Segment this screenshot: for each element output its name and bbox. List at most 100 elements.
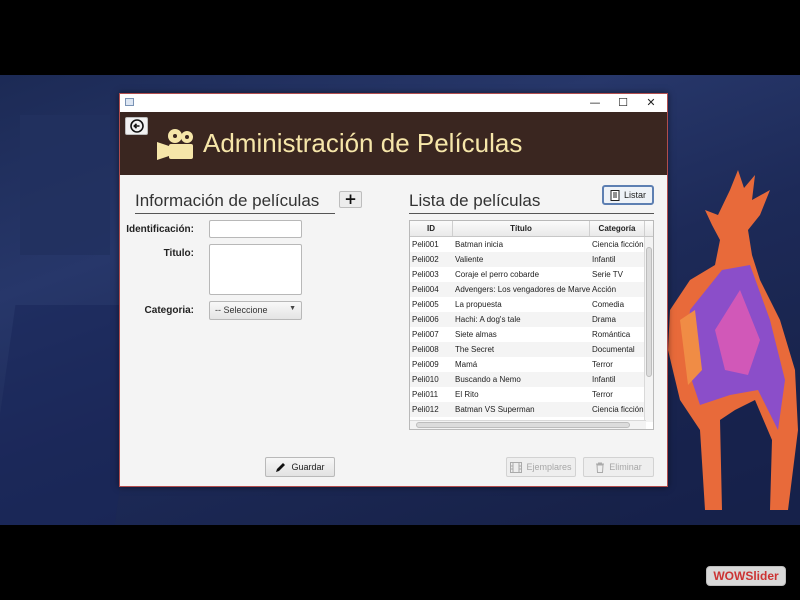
cell-id: Peli004: [412, 285, 439, 294]
app-window-icon: [125, 98, 134, 106]
table-row[interactable]: Peli011 El Rito Terror: [410, 387, 653, 402]
cell-categoria: Terror: [592, 360, 613, 369]
cell-titulo: La propuesta: [455, 300, 502, 309]
maximize-icon: ☐: [618, 96, 628, 109]
cell-id: Peli002: [412, 255, 439, 264]
cell-id: Peli010: [412, 375, 439, 384]
table-row[interactable]: Peli008 The Secret Documental: [410, 342, 653, 357]
cell-categoria: Documental: [592, 345, 635, 354]
cell-categoria: Terror: [592, 390, 613, 399]
vertical-scroll-thumb[interactable]: [646, 247, 652, 377]
table-row[interactable]: Peli007 Siete almas Romántica: [410, 327, 653, 342]
cell-titulo: Hachi: A dog's tale: [455, 315, 521, 324]
cell-categoria: Drama: [592, 315, 617, 324]
ejemplares-button[interactable]: Ejemplares: [506, 457, 576, 477]
cell-titulo: The Secret: [455, 345, 495, 354]
table-row[interactable]: Peli002 Valiente Infantil: [410, 252, 653, 267]
window-titlebar[interactable]: — ☐ ✕: [120, 94, 667, 112]
form-section-title: Información de películas: [135, 191, 335, 214]
wowslider-logo-text: WOWSlider: [713, 569, 779, 583]
table-row[interactable]: Peli010 Buscando a Nemo Infantil: [410, 372, 653, 387]
cell-titulo: Valiente: [455, 255, 484, 264]
cell-id: Peli005: [412, 300, 439, 309]
chevron-down-icon: ▼: [289, 305, 296, 312]
titulo-label: Titulo:: [163, 248, 194, 259]
eliminar-button[interactable]: Eliminar: [583, 457, 654, 477]
minimize-icon: —: [589, 96, 601, 109]
cell-titulo: El Rito: [455, 390, 479, 399]
pencil-icon: [276, 463, 286, 472]
horizontal-scroll-thumb[interactable]: [416, 422, 630, 428]
cell-categoria: Ciencia ficción: [592, 240, 644, 249]
cell-id: Peli008: [412, 345, 439, 354]
maximize-button[interactable]: ☐: [609, 94, 637, 112]
cell-id: Peli007: [412, 330, 439, 339]
table-horizontal-scrollbar[interactable]: [410, 420, 646, 429]
table-row[interactable]: Peli012 Batman VS Superman Ciencia ficción: [410, 402, 653, 417]
plus-icon: +: [344, 190, 357, 208]
table-header: ID Título Categoría: [410, 221, 653, 237]
cell-id: Peli009: [412, 360, 439, 369]
table-row[interactable]: Peli003 Coraje el perro cobarde Serie TV: [410, 267, 653, 282]
cell-titulo: Advengers: Los vengadores de Marvel: [455, 285, 590, 294]
column-header-id[interactable]: ID: [410, 221, 453, 236]
listar-label: Listar: [623, 190, 646, 200]
cell-titulo: Siete almas: [455, 330, 497, 339]
cell-categoria: Comedia: [592, 300, 625, 309]
minimize-button[interactable]: —: [581, 94, 609, 112]
trash-icon: [596, 462, 605, 473]
listar-button[interactable]: Listar: [602, 185, 654, 205]
eliminar-label: Eliminar: [609, 462, 642, 472]
cell-categoria: Romántica: [592, 330, 631, 339]
back-button[interactable]: [125, 117, 148, 135]
cell-id: Peli011: [412, 390, 439, 399]
table-row[interactable]: Peli009 Mamá Terror: [410, 357, 653, 372]
deer-illustration: [668, 170, 798, 510]
cell-titulo: Buscando a Nemo: [455, 375, 521, 384]
table-row[interactable]: Peli005 La propuesta Comedia: [410, 297, 653, 312]
film-strip-icon: [510, 461, 523, 473]
close-button[interactable]: ✕: [637, 94, 665, 112]
column-header-categoria[interactable]: Categoría: [590, 221, 645, 236]
cell-id: Peli006: [412, 315, 439, 324]
slideshow-bottom-bar: [0, 525, 800, 600]
table-vertical-scrollbar[interactable]: [644, 237, 653, 422]
table-body: Peli001 Batman inicia Ciencia ficción Peli…: [410, 237, 653, 417]
add-button[interactable]: +: [339, 191, 362, 208]
background-rock: [20, 115, 110, 255]
cell-titulo: Batman inicia: [455, 240, 504, 249]
guardar-button[interactable]: Guardar: [265, 457, 335, 477]
cell-titulo: Coraje el perro cobarde: [455, 270, 540, 279]
back-arrow-icon: [129, 119, 144, 133]
column-header-titulo[interactable]: Título: [453, 221, 590, 236]
categoria-select[interactable]: -- Seleccione ▼: [209, 301, 302, 320]
app-window: — ☐ ✕ Administración de Películas Inform…: [119, 93, 668, 487]
categoria-selected-value: -- Seleccione: [215, 305, 268, 315]
titulo-field[interactable]: [209, 244, 302, 295]
table-row[interactable]: Peli001 Batman inicia Ciencia ficción: [410, 237, 653, 252]
cell-titulo: Batman VS Superman: [455, 405, 535, 414]
cell-categoria: Ciencia ficción: [592, 405, 644, 414]
table-row[interactable]: Peli004 Advengers: Los vengadores de Marv…: [410, 282, 653, 297]
identificacion-label: Identificación:: [126, 224, 194, 235]
cell-categoria: Infantil: [592, 375, 616, 384]
ejemplares-label: Ejemplares: [526, 462, 572, 472]
cell-categoria: Infantil: [592, 255, 616, 264]
cell-titulo: Mamá: [455, 360, 478, 369]
cell-categoria: Serie TV: [592, 270, 623, 279]
cell-id: Peli001: [412, 240, 439, 249]
wowslider-logo: WOWSlider: [706, 566, 786, 586]
identificacion-field[interactable]: [209, 220, 302, 238]
guardar-label: Guardar: [291, 462, 325, 472]
table-row[interactable]: Peli006 Hachi: A dog's tale Drama: [410, 312, 653, 327]
cell-categoria: Acción: [592, 285, 617, 294]
movie-camera-icon: [157, 129, 193, 160]
page-title: Administración de Películas: [203, 128, 523, 158]
movies-table[interactable]: ID Título Categoría Peli001 Batman inicia…: [409, 220, 654, 430]
cell-id: Peli012: [412, 405, 439, 414]
list-icon: [610, 189, 620, 201]
cell-id: Peli003: [412, 270, 439, 279]
categoria-label: Categoria:: [144, 305, 194, 316]
app-header: Administración de Películas: [120, 112, 667, 175]
close-icon: ✕: [646, 96, 656, 109]
